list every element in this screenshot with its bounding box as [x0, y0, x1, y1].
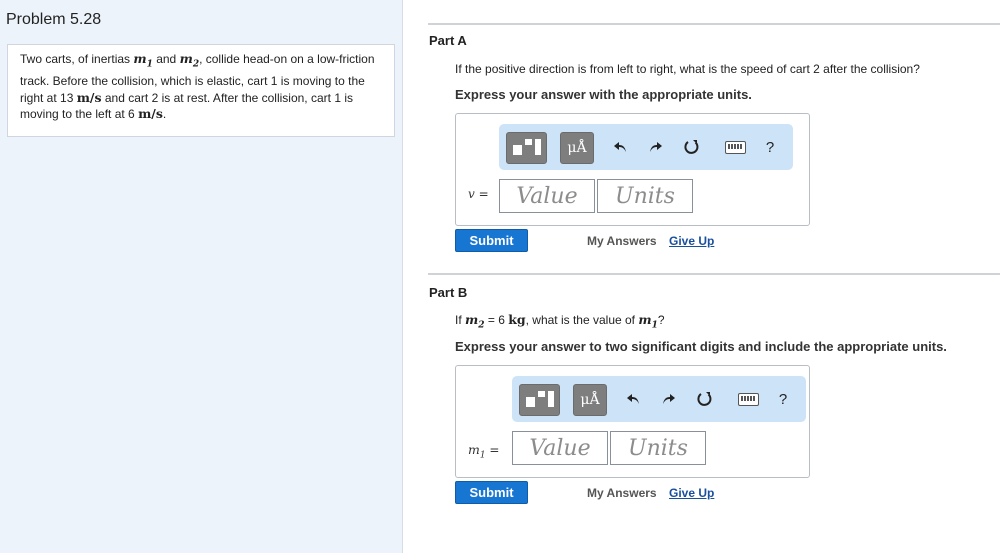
part-b-title: Part B [429, 285, 468, 300]
part-a-title: Part A [429, 33, 467, 48]
redo-icon[interactable] [658, 376, 680, 422]
units-input[interactable]: Units [597, 179, 693, 213]
templates-icon[interactable] [506, 132, 547, 164]
part-a-submit-button[interactable]: Submit [455, 229, 528, 252]
unit-ms: m/s [138, 106, 163, 121]
units-input[interactable]: Units [610, 431, 706, 465]
m1-symbol: m1 [133, 51, 153, 70]
value-input[interactable]: Value [512, 431, 608, 465]
undo-icon[interactable] [622, 376, 644, 422]
part-b-instruction: Express your answer to two significant d… [455, 339, 947, 354]
part-b-divider [428, 273, 1000, 275]
reset-icon[interactable] [693, 376, 717, 422]
units-icon[interactable]: μÅ [560, 132, 594, 164]
part-a-toolbar: μÅ ? [499, 124, 793, 170]
help-icon[interactable]: ? [774, 376, 792, 422]
unit-ms: m/s [76, 89, 102, 105]
problem-text: . [162, 107, 167, 121]
part-b-submit-button[interactable]: Submit [455, 481, 528, 504]
reset-icon[interactable] [680, 124, 704, 170]
part-a-divider [428, 23, 1000, 25]
redo-icon[interactable] [645, 124, 667, 170]
m1-symbol: m1 [638, 312, 658, 331]
keyboard-icon[interactable] [723, 124, 747, 170]
unit-kg: kg [508, 312, 526, 327]
var-label-v: v = [468, 187, 489, 201]
part-b-toolbar: μÅ ? [512, 376, 806, 422]
part-a-question: If the positive direction is from left t… [455, 62, 920, 76]
part-a-answer-box: μÅ ? v = Value Units [455, 113, 810, 226]
help-icon[interactable]: ? [761, 124, 779, 170]
part-a-my-answers-link[interactable]: My Answers [587, 234, 657, 248]
templates-icon[interactable] [519, 384, 560, 416]
var-label-m1: m1 = [468, 442, 500, 461]
part-b-answer-box: μÅ ? m1 = Value Units [455, 365, 810, 478]
problem-text: and [152, 52, 180, 66]
problem-statement: Two carts, of inertias m1 and m2, collid… [7, 44, 395, 137]
part-b-give-up-link[interactable]: Give Up [669, 486, 714, 500]
keyboard-icon[interactable] [736, 376, 760, 422]
m2-symbol: m2 [465, 312, 485, 331]
part-b-question: If m2 = 6 kg, what is the value of m1? [455, 312, 665, 331]
problem-title: Problem 5.28 [6, 11, 102, 28]
units-icon[interactable]: μÅ [573, 384, 607, 416]
problem-text: Two carts, of inertias [20, 52, 134, 66]
m2-symbol: m2 [179, 51, 200, 70]
value-input[interactable]: Value [499, 179, 595, 213]
part-a-give-up-link[interactable]: Give Up [669, 234, 714, 248]
part-b-my-answers-link[interactable]: My Answers [587, 486, 657, 500]
part-a-instruction: Express your answer with the appropriate… [455, 87, 752, 102]
problem-panel: Problem 5.28 Two carts, of inertias m1 a… [0, 0, 403, 553]
undo-icon[interactable] [609, 124, 631, 170]
